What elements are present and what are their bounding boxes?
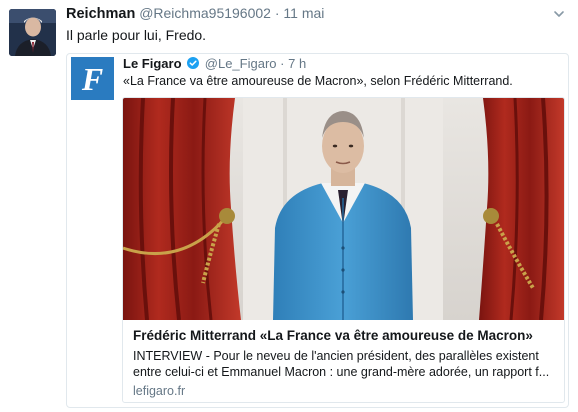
- author-handle[interactable]: @Reichma95196002: [139, 5, 271, 21]
- quoted-separator-dot: ·: [280, 56, 285, 71]
- tweet-timestamp[interactable]: 11 mai: [283, 5, 324, 21]
- figaro-logo-letter: F: [81, 61, 103, 97]
- card-domain[interactable]: lefigaro.fr: [133, 384, 185, 398]
- card-photo: [123, 98, 564, 320]
- quoted-header: Le Figaro @Le_Figaro · 7 h: [123, 56, 306, 71]
- figaro-avatar[interactable]: F: [71, 57, 114, 100]
- avatar[interactable]: [9, 9, 56, 56]
- card-description: INTERVIEW - Pour le neveu de l'ancien pr…: [133, 348, 559, 380]
- verified-badge-icon: [187, 57, 200, 69]
- quoted-timestamp[interactable]: 7 h: [288, 56, 306, 71]
- card-title[interactable]: Frédéric Mitterrand «La France va être a…: [133, 328, 533, 343]
- tweet[interactable]: Reichman @Reichma95196002 · 11 mai Il pa…: [0, 0, 578, 412]
- quoted-tweet[interactable]: F Le Figaro @Le_Figaro · 7 h «La France …: [66, 53, 569, 408]
- author-name[interactable]: Reichman: [66, 6, 135, 22]
- card-description-line-1: INTERVIEW - Pour le neveu de l'ancien pr…: [133, 349, 539, 363]
- figaro-logo-icon: F: [71, 57, 114, 100]
- link-card[interactable]: Frédéric Mitterrand «La France va être a…: [122, 97, 565, 403]
- card-body: Frédéric Mitterrand «La France va être a…: [123, 320, 564, 402]
- quoted-author-name[interactable]: Le Figaro: [123, 56, 182, 71]
- quoted-text: «La France va être amoureuse de Macron»,…: [123, 74, 513, 88]
- avatar-image: [9, 9, 56, 56]
- separator-dot: ·: [274, 5, 280, 21]
- card-description-line-2: entre celui-ci et Emmanuel Macron : une …: [133, 365, 550, 379]
- chevron-down-icon[interactable]: [553, 8, 565, 20]
- tweet-text: Il parle pour lui, Fredo.: [66, 27, 207, 43]
- quoted-author-handle[interactable]: @Le_Figaro: [205, 56, 277, 71]
- tweet-header: Reichman @Reichma95196002 · 11 mai: [66, 5, 324, 22]
